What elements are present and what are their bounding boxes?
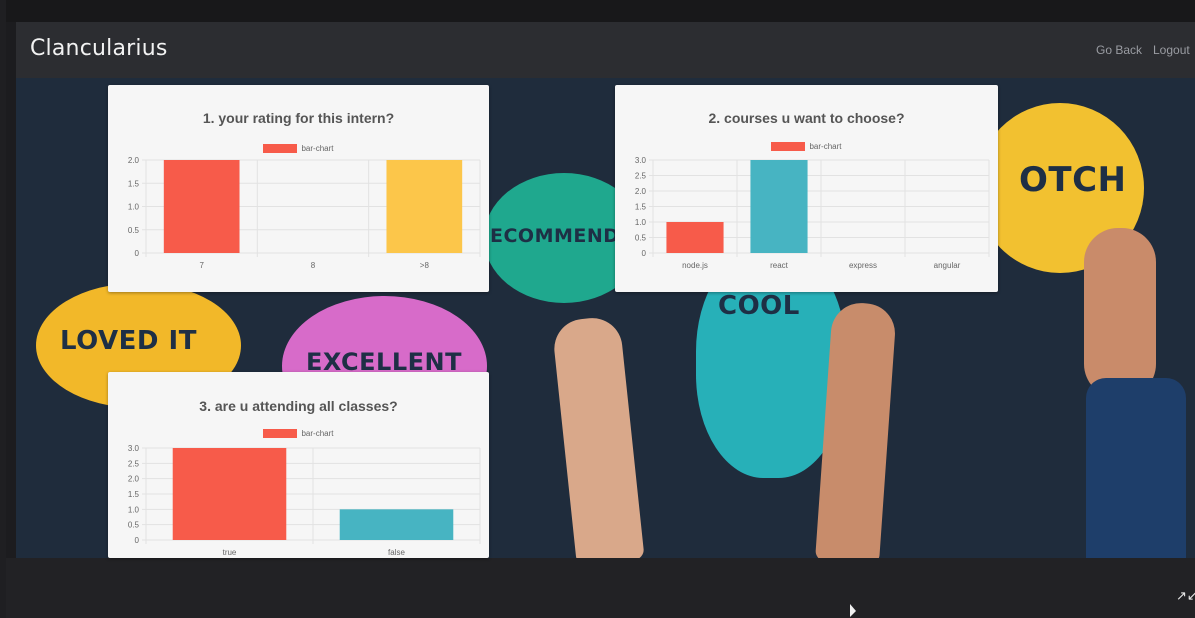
y-tick-label: 2.0 — [128, 475, 140, 484]
y-tick-label: 0 — [135, 249, 140, 258]
bar — [666, 222, 724, 253]
y-tick-label: 1.0 — [635, 218, 647, 227]
cursor-icon — [850, 604, 856, 617]
logout-link[interactable]: Logout — [1153, 43, 1190, 57]
y-tick-label: 1.5 — [635, 203, 647, 212]
x-tick-label: true — [223, 548, 237, 557]
courses-bar-chart: 0 0.5 1.0 1.5 2.0 2.5 3.0 node.js react express an… — [635, 156, 990, 270]
bottom-bar — [6, 558, 1195, 618]
x-tick-label: 8 — [311, 261, 316, 270]
y-tick-label: 1.0 — [128, 203, 140, 212]
bubble-text-cool: COOL — [718, 291, 800, 321]
bubble-text-loved-it: LOVED IT — [60, 326, 197, 356]
chart-card-rating: 1. your rating for this intern? bar-char… — [108, 85, 489, 292]
x-tick-label: express — [849, 261, 877, 270]
arm-left — [551, 315, 645, 558]
y-tick-label: 0 — [642, 249, 647, 258]
navbar: Clancularius Go Back Logout — [16, 22, 1195, 78]
brand-logo[interactable]: Clancularius — [30, 36, 168, 61]
y-tick-label: 2.0 — [635, 187, 647, 196]
rating-bar-chart: 0 0.5 1.0 1.5 2.0 7 8 >8 — [128, 156, 481, 270]
minimize-icon[interactable]: ↗↙ — [1176, 588, 1195, 604]
x-tick-label: node.js — [682, 261, 708, 270]
y-tick-label: 0 — [135, 536, 140, 545]
bar — [386, 160, 463, 253]
x-tick-label: 7 — [199, 261, 204, 270]
bar — [172, 448, 287, 540]
x-tick-label: false — [388, 548, 405, 557]
bar — [750, 160, 808, 253]
x-tick-label: >8 — [420, 261, 430, 270]
bar — [339, 509, 454, 540]
chart-card-courses: 2. courses u want to choose? bar-chart 0… — [615, 85, 998, 292]
y-tick-label: 2.5 — [635, 172, 647, 181]
y-tick-label: 0.5 — [128, 226, 140, 235]
y-tick-label: 0.5 — [635, 234, 647, 243]
arm-right — [1084, 228, 1156, 398]
x-tick-label: angular — [934, 261, 961, 270]
y-tick-label: 1.0 — [128, 505, 140, 514]
go-back-link[interactable]: Go Back — [1096, 43, 1142, 57]
x-tick-label: react — [770, 261, 789, 270]
y-tick-label: 3.0 — [128, 444, 140, 453]
bar — [163, 160, 240, 253]
y-tick-label: 1.5 — [128, 490, 140, 499]
y-tick-label: 1.5 — [128, 179, 140, 188]
bubble-text-top-notch: OTCH — [1019, 160, 1127, 200]
attendance-bar-chart: 0 0.5 1.0 1.5 2.0 2.5 3.0 true false — [128, 444, 481, 557]
y-tick-label: 0.5 — [128, 521, 140, 530]
y-tick-label: 3.0 — [635, 156, 647, 165]
y-tick-label: 2.0 — [128, 156, 140, 165]
y-tick-label: 2.5 — [128, 459, 140, 468]
sleeve-right — [1086, 378, 1186, 558]
chart-card-attendance: 3. are u attending all classes? bar-char… — [108, 372, 489, 558]
browser-top-strip — [6, 0, 1195, 22]
bubble-text-recommend: ECOMMEND — [490, 225, 620, 247]
